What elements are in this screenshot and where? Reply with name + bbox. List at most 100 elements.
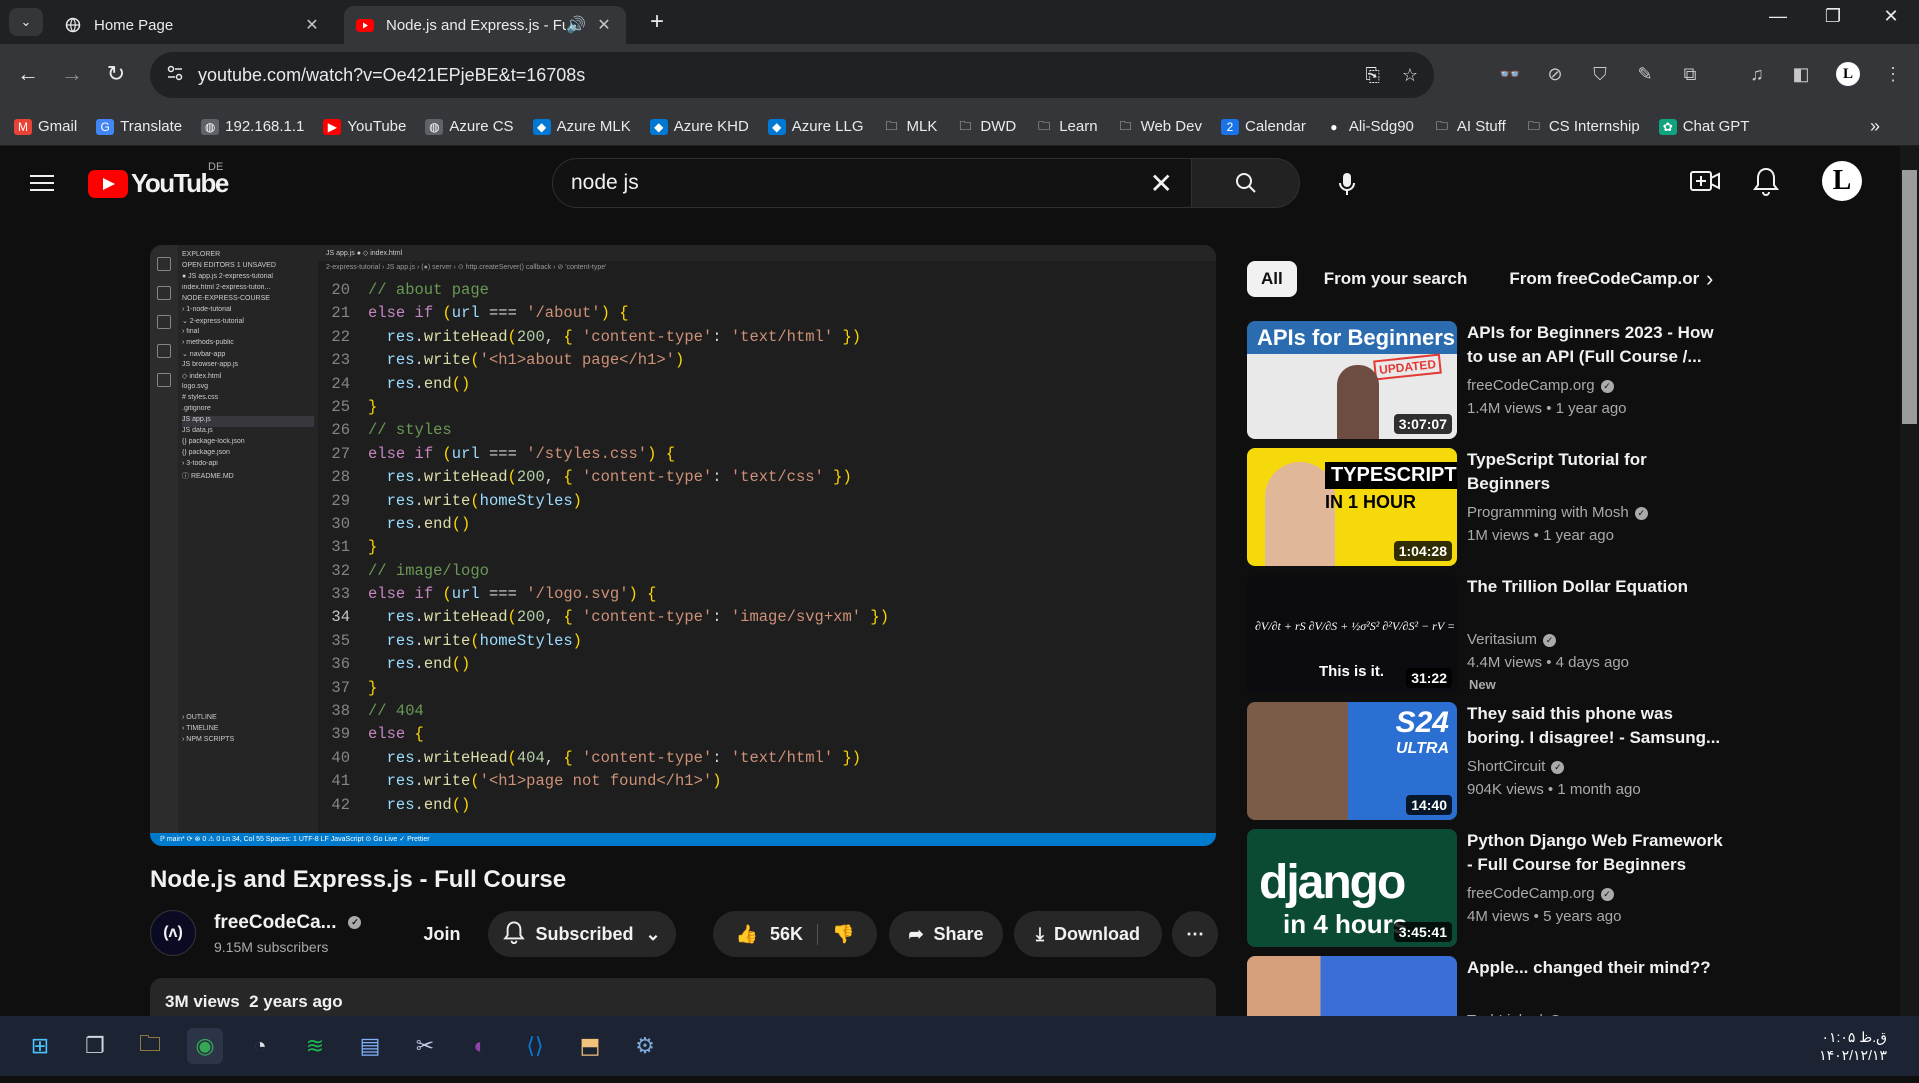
close-tab-icon[interactable]: ✕ (594, 15, 614, 35)
bookmark-item[interactable]: ◆ Azure MLK (532, 118, 631, 136)
recommendation-card[interactable]: S24 ULTRA 14:40 They said this phone was bo… (1247, 702, 1720, 829)
search-button[interactable] (1192, 158, 1300, 208)
recommendation-title[interactable]: Python Django Web Framework - Full Cours… (1467, 829, 1727, 877)
bookmark-item[interactable]: ◍ 192.168.1.1 (201, 118, 304, 136)
explorer-entry[interactable]: JS data.js (182, 427, 314, 438)
chrome-icon[interactable]: ◉ (187, 1028, 223, 1064)
side-panel-icon[interactable]: ◧ (1786, 59, 1816, 89)
explorer-entry[interactable]: JS app.js (182, 416, 314, 427)
recommendation-title[interactable]: TypeScript Tutorial for Beginners (1467, 448, 1722, 496)
bookmark-item[interactable]: G Translate (96, 118, 182, 136)
recommendation-channel[interactable]: freeCodeCamp.org ✓ (1467, 885, 1614, 902)
reload-icon[interactable]: ↻ (100, 58, 132, 90)
extension-glasses-icon[interactable]: 👓 (1495, 59, 1525, 89)
search-input[interactable]: node js (571, 171, 1150, 195)
subscribed-button[interactable]: Subscribed ⌄ (488, 911, 676, 957)
explorer-section[interactable]: › OUTLINE (182, 714, 314, 725)
bookmark-item[interactable]: ✿ Chat GPT (1658, 118, 1749, 136)
explorer-section[interactable]: › NPM SCRIPTS (182, 736, 314, 747)
explorer-entry[interactable]: ● JS app.js 2-express-tutorial (182, 273, 314, 284)
chip-from-your-search[interactable]: From your search (1309, 261, 1483, 297)
video-thumbnail[interactable]: APIs for Beginners UPDATED 3:07:07 (1247, 321, 1457, 439)
explorer-entry[interactable]: ⌄ 2-express-tutorial (182, 317, 314, 328)
app-installer-icon[interactable]: ⬒ (572, 1028, 608, 1064)
chip-from-freecodecamp-or[interactable]: From freeCodeCamp.or (1494, 261, 1704, 297)
bookmark-item[interactable]: ◍ Azure CS (425, 118, 514, 136)
recommendation-title[interactable]: Apple... changed their mind?? (1467, 956, 1722, 980)
profile-avatar-icon[interactable]: L (1833, 59, 1863, 89)
bookmark-item[interactable]: M Gmail (14, 118, 77, 136)
description-box[interactable]: 3M views 2 years ago (150, 978, 1216, 1018)
download-button[interactable]: ⤓ Download (1014, 911, 1162, 957)
start-icon[interactable]: ⊞ (22, 1028, 58, 1064)
explorer-entry[interactable]: logo.svg (182, 383, 314, 394)
task-view-icon[interactable]: ❐ (77, 1028, 113, 1064)
bookmark-star-icon[interactable]: ☆ (1402, 65, 1418, 86)
join-button[interactable]: Join (408, 911, 476, 957)
explorer-entry[interactable]: .gitignore (182, 405, 314, 416)
media-control-icon[interactable]: ♫ (1742, 59, 1772, 89)
channel-name[interactable]: freeCodeCa... ✓ (214, 912, 362, 934)
close-tab-icon[interactable]: ✕ (302, 15, 322, 35)
clear-search-icon[interactable]: ✕ (1150, 167, 1173, 200)
recommendation-channel[interactable]: Programming with Mosh ✓ (1467, 504, 1648, 521)
channel-avatar[interactable]: (ʌ) (150, 910, 196, 956)
recommendation-channel[interactable]: Veritasium ✓ (1467, 631, 1557, 648)
create-button[interactable] (1690, 168, 1720, 199)
share-button[interactable]: ➦ Share (889, 911, 1003, 957)
settings-icon[interactable]: ⚙ (627, 1028, 663, 1064)
bookmark-item[interactable]: 2 Calendar (1220, 118, 1306, 136)
extensions-puzzle-icon[interactable]: ⧉ (1675, 59, 1705, 89)
new-tab-button[interactable]: + (650, 8, 664, 36)
explorer-entry[interactable]: ⌄ navbar-app (182, 350, 314, 361)
recommendation-channel[interactable]: freeCodeCamp.org ✓ (1467, 377, 1614, 394)
back-arrow-icon[interactable]: ← (12, 58, 44, 90)
bookmark-item[interactable]: ▶ YouTube (323, 118, 406, 136)
speaker-icon[interactable]: 🔊 (566, 15, 586, 35)
explorer-entry[interactable]: › methods-public (182, 339, 314, 350)
bookmark-item[interactable]: ◆ Azure LLG (767, 118, 864, 136)
video-thumbnail[interactable]: ∂V/∂t + rS ∂V/∂S + ½σ²S² ∂²V/∂S² − rV = … (1247, 575, 1457, 693)
tab-search-button[interactable]: ⌄ (9, 8, 43, 36)
explorer-entry[interactable]: {} package.json (182, 449, 314, 460)
video-thumbnail[interactable]: django in 4 hours 3:45:41 (1247, 829, 1457, 947)
explorer-entry[interactable]: › 1-node-tutorial (182, 306, 314, 317)
recommendation-card[interactable]: TYPESCRIPT IN 1 HOUR 1:04:28 TypeScript Tut… (1247, 448, 1717, 575)
thumbs-down-icon[interactable]: 👎 (818, 924, 854, 945)
video-thumbnail[interactable]: TYPESCRIPT IN 1 HOUR 1:04:28 (1247, 448, 1457, 566)
explorer-entry[interactable]: › final (182, 328, 314, 339)
explorer-entry[interactable]: JS browser-app.js (182, 361, 314, 372)
system-clock[interactable]: ۰۱:۰۵ ق.ظ ۱۴۰۲/۱۲/۱۳ (1819, 1028, 1887, 1064)
chevron-right-icon[interactable]: › (1706, 266, 1713, 292)
url-text[interactable]: youtube.com/watch?v=Oe421EPjeBE&t=16708s (198, 65, 1343, 86)
extension-dropper-icon[interactable]: ✎ (1630, 59, 1660, 89)
bookmark-item[interactable]: 🗀 Web Dev (1116, 118, 1202, 136)
browser-menu-icon[interactable]: ⋮ (1878, 59, 1908, 89)
bookmark-item[interactable]: 🗀 Learn (1035, 118, 1098, 136)
bookmark-item[interactable]: 🗀 MLK (882, 118, 937, 136)
extension-shield-icon[interactable]: ⛉ (1585, 59, 1615, 89)
recommendation-card[interactable]: APIs for Beginners UPDATED 3:07:07 APIs for… (1247, 321, 1717, 448)
video-thumbnail[interactable]: S24 ULTRA 14:40 (1247, 702, 1457, 820)
bookmark-item[interactable]: ◆ Azure KHD (649, 118, 749, 136)
snipping-tool-icon[interactable]: ✂ (407, 1028, 443, 1064)
recommendation-title[interactable]: They said this phone was boring. I disag… (1467, 702, 1722, 750)
explorer-entry[interactable]: ◇ index.html (182, 372, 314, 383)
address-bar[interactable]: youtube.com/watch?v=Oe421EPjeBE&t=16708s… (150, 52, 1434, 98)
recommendation-title[interactable]: The Trillion Dollar Equation (1467, 575, 1722, 599)
youtube-logo[interactable]: YouTube DE (88, 161, 229, 199)
close-window-button[interactable]: ✕ (1866, 6, 1916, 27)
bookmark-item[interactable]: 🗀 AI Stuff (1432, 118, 1506, 136)
recommendation-title[interactable]: APIs for Beginners 2023 - How to use an … (1467, 321, 1722, 369)
more-actions-button[interactable]: ⋯ (1172, 911, 1218, 957)
recommendation-card[interactable]: ∂V/∂t + rS ∂V/∂S + ½σ²S² ∂²V/∂S² − rV = … (1247, 575, 1717, 702)
search-box[interactable]: node js ✕ (552, 158, 1192, 208)
like-button[interactable]: 👍 56K (736, 923, 819, 945)
chip-all[interactable]: All (1247, 261, 1297, 297)
explorer-entry[interactable]: index.html 2-express-tutori... (182, 284, 314, 295)
menu-hamburger-icon[interactable] (30, 170, 54, 196)
speedometer-icon[interactable]: ◔ (242, 1028, 278, 1064)
bookmark-item[interactable]: 🗀 CS Internship (1524, 118, 1640, 136)
more-bookmarks-icon[interactable]: » (1870, 116, 1880, 137)
tab-youtube-video[interactable]: Node.js and Express.js - Full 🔊 ✕ (344, 6, 626, 44)
